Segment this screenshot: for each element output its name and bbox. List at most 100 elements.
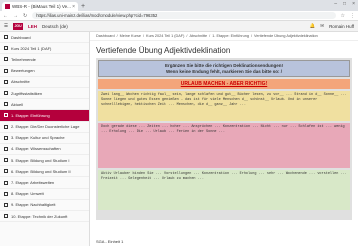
browser-tabbar: WBS-R - (BiMaus Teil 1) Ve... × + – □ ×	[0, 0, 358, 11]
address-bar-row: ← → ↻ https://ilias.uni-mainz.de/ilias/m…	[0, 11, 358, 21]
section-icon	[4, 57, 8, 62]
breadcrumb-separator: /	[250, 34, 253, 38]
window-controls: – □ ×	[334, 1, 355, 7]
sidebar: Dashboard Kurs 2024 Teil 1 (DAF) Teilnehme…	[0, 32, 90, 246]
url-field[interactable]: https://ilias.uni-mainz.de/ilias/mod/cmo…	[32, 12, 336, 19]
breadcrumb-item[interactable]: 1. Etappe: Einführung	[212, 34, 249, 38]
instruction-line-2: Wenn keine Endung fehlt, markieren Sie d…	[166, 68, 282, 74]
user-name[interactable]: Romain Huff	[329, 24, 354, 29]
breadcrumb-item[interactable]: Dashboard	[96, 34, 115, 38]
sidebar-item-label: Zugriffsstatistiken	[11, 90, 43, 96]
breadcrumb-separator: /	[209, 34, 211, 38]
forward-icon[interactable]: →	[13, 13, 18, 19]
browser-tab[interactable]: WBS-R - (BiMaus Teil 1) Ve... ×	[2, 2, 78, 11]
sidebar-item[interactable]: Dashboard	[0, 32, 89, 44]
sidebar-item-label: Kurs 2024 Teil 1 (DAF)	[11, 45, 52, 51]
sidebar-item-label: Teilnehmende	[11, 56, 36, 62]
chat-icon[interactable]: ✉	[320, 23, 324, 29]
main-content: Dashboard / Meine Kurse / Kurs 2024 Teil 1 (…	[90, 32, 358, 246]
hamburger-icon[interactable]: ☰	[4, 23, 8, 29]
breadcrumb-separator: /	[186, 34, 188, 38]
language-select[interactable]: Deutsch (de)	[42, 24, 68, 29]
exercise-paragraph-1[interactable]: Zwei lang__ Wochen richtig faul__ sein, …	[98, 91, 350, 121]
sidebar-item-label: 4. Etappe: Wissensschaften	[11, 146, 61, 152]
footer-label: SGA - Einheit 1	[96, 239, 124, 244]
maximize-icon[interactable]: □	[343, 1, 346, 7]
sidebar-item-label: 7. Etappe: Arbeitswelten	[11, 180, 55, 186]
section-icon	[4, 68, 8, 73]
tab-favicon-icon	[5, 4, 10, 9]
uni-label: LEH	[28, 23, 38, 29]
section-icon	[4, 169, 8, 174]
logo[interactable]: JGU	[13, 22, 24, 30]
tab-close-icon[interactable]: ×	[72, 4, 75, 10]
sidebar-item[interactable]: 10. Etappe: Technik der Zukunft	[0, 211, 89, 223]
breadcrumb-item[interactable]: Vertiefende Übung Adjektivdeklination	[254, 34, 318, 38]
sidebar-item-label: Abschnitte	[11, 79, 30, 85]
sidebar-item[interactable]: 3. Etappe: Kultur und Sprache	[0, 133, 89, 144]
sidebar-item[interactable]: 2. Etappe: Die/Der Duonsterliche Lage	[0, 122, 89, 133]
section-icon	[4, 191, 8, 196]
sidebar-item[interactable]: Zugriffsstatistiken	[0, 88, 89, 100]
section-icon	[4, 135, 8, 140]
sidebar-item[interactable]: Aktuell	[0, 99, 89, 111]
sidebar-item-label: 9. Etappe: Nachhaltigkeit	[11, 202, 56, 208]
breadcrumb-separator: /	[142, 34, 145, 38]
section-icon	[4, 214, 8, 219]
sidebar-item[interactable]: Teilnehmende	[0, 54, 89, 66]
breadcrumb-separator: /	[116, 34, 118, 38]
breadcrumb-item[interactable]: Kurs 2024 Teil 1 (DAF)	[146, 34, 184, 38]
exercise-instructions: Ergänzen Sie bitte die richtigen Deklina…	[98, 60, 350, 77]
section-icon	[4, 180, 8, 185]
section-icon	[4, 124, 8, 129]
exercise-frame: Ergänzen Sie bitte die richtigen Deklina…	[96, 58, 352, 220]
menu-icon[interactable]: ⋮	[350, 13, 355, 19]
new-tab-icon[interactable]: +	[81, 2, 85, 11]
sidebar-item[interactable]: 6. Etappe: Bildung und Studium II	[0, 166, 89, 178]
section-icon	[4, 79, 8, 84]
section-icon	[4, 146, 8, 151]
section-icon	[4, 158, 8, 163]
lms-header: ☰ JGU LEH Deutsch (de) 🔔 ✉ Romain Huff	[0, 21, 358, 32]
window-close-icon[interactable]: ×	[352, 1, 355, 7]
section-icon	[4, 102, 8, 107]
url-text: https://ilias.uni-mainz.de/ilias/mod/cmo…	[36, 13, 158, 18]
sidebar-item[interactable]: 7. Etappe: Arbeitswelten	[0, 177, 89, 189]
exercise-heading: URLAUB MACHEN - ABER RICHTIG!	[98, 79, 350, 89]
sidebar-item-label: Dashboard	[11, 34, 31, 40]
minimize-icon[interactable]: –	[334, 1, 337, 7]
exercise-paragraph-2[interactable]: Doch gerade diese ... Zeiten ... hoher .…	[98, 123, 350, 168]
breadcrumb: Dashboard / Meine Kurse / Kurs 2024 Teil 1 (…	[90, 32, 358, 41]
bookmark-star-icon[interactable]: ☆	[341, 13, 345, 19]
sidebar-item-label: 10. Etappe: Technik der Zukunft	[11, 213, 68, 219]
sidebar-item[interactable]: 8. Etappe: Umwelt	[0, 189, 89, 200]
section-icon	[4, 113, 8, 118]
section-icon	[4, 91, 8, 96]
sidebar-item[interactable]: Kurs 2024 Teil 1 (DAF)	[0, 43, 89, 55]
page-title: Vertiefende Übung Adjektivdeklination	[96, 46, 231, 55]
breadcrumb-item[interactable]: Abschnitte	[189, 34, 207, 38]
tab-title: WBS-R - (BiMaus Teil 1) Ve...	[12, 4, 71, 9]
breadcrumb-item[interactable]: Meine Kurse	[120, 34, 141, 38]
sidebar-item-label: 6. Etappe: Bildung und Studium II	[11, 168, 71, 174]
sidebar-item-label: Aktuell	[11, 101, 24, 107]
sidebar-item-label: Bewertungen	[11, 68, 35, 74]
reload-icon[interactable]: ↻	[23, 13, 27, 19]
exercise-paragraph-3[interactable]: Aktiv Urlauber binden Sie ... Vorstellun…	[98, 170, 350, 210]
sidebar-item[interactable]: Bewertungen	[0, 66, 89, 77]
section-icon	[4, 202, 8, 207]
section-icon	[4, 46, 8, 51]
sidebar-item-label: 1. Etappe: Einführung	[11, 112, 50, 118]
sidebar-item-label: 5. Etappe: Bildung und Studium I	[11, 157, 70, 163]
sidebar-item-label: 2. Etappe: Die/Der Duonsterliche Lage	[11, 124, 80, 130]
sidebar-item-label: 3. Etappe: Kultur und Sprache	[11, 135, 65, 141]
back-icon[interactable]: ←	[3, 13, 8, 19]
sidebar-item[interactable]: 9. Etappe: Nachhaltigkeit	[0, 200, 89, 211]
notification-icon[interactable]: 🔔	[310, 23, 316, 29]
sidebar-item-label: 8. Etappe: Umwelt	[11, 191, 44, 197]
sidebar-item[interactable]: 4. Etappe: Wissensschaften	[0, 144, 89, 156]
section-icon	[4, 35, 8, 40]
sidebar-item[interactable]: Abschnitte	[0, 77, 89, 88]
sidebar-item[interactable]: 5. Etappe: Bildung und Studium I	[0, 155, 89, 167]
sidebar-item[interactable]: 1. Etappe: Einführung	[0, 110, 89, 122]
